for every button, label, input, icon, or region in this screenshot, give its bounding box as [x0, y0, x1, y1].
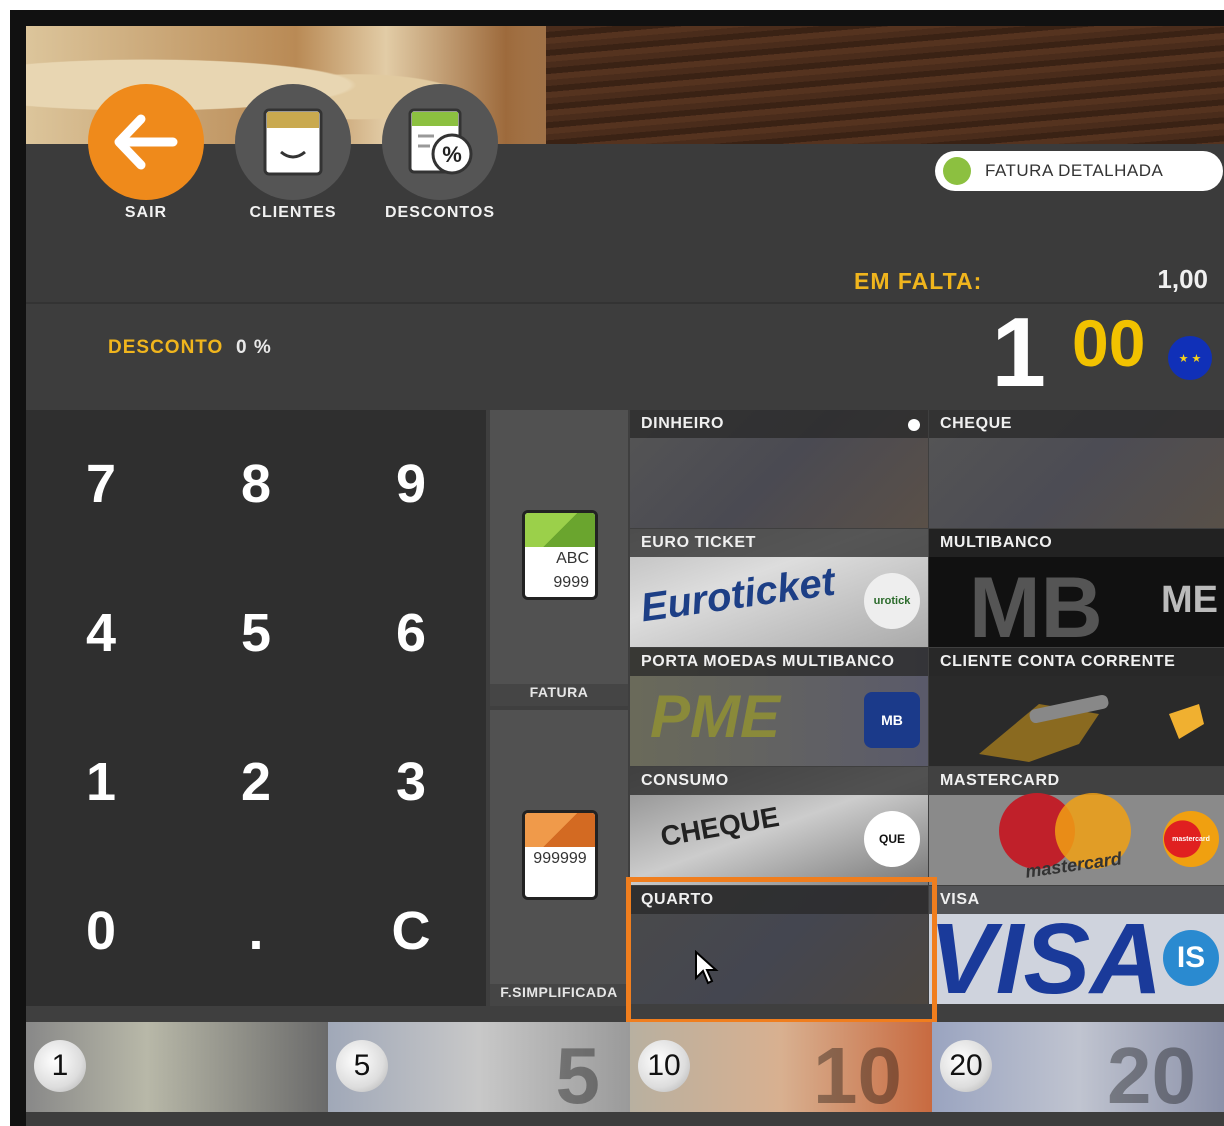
invoice-button[interactable]: ABC 9999 FATURA	[490, 410, 628, 706]
payment-euroticket[interactable]: EURO TICKET Euroticket urotick	[630, 529, 928, 647]
key-decimal[interactable]: .	[181, 857, 331, 1005]
euroticket-logo: Euroticket	[637, 559, 838, 631]
payment-mastercard[interactable]: MASTERCARD mastercard mastercard	[929, 767, 1224, 885]
discount-label: DESCONTO	[108, 337, 224, 358]
amount-20-note-art: 20	[1107, 1031, 1196, 1112]
invoice-icon-text-2: 9999	[553, 574, 589, 591]
amount-5-coin: 5	[336, 1040, 388, 1092]
amount-20-coin: 20	[940, 1040, 992, 1092]
payment-euroticket-label: EURO TICKET	[630, 529, 928, 557]
payment-porta-moedas-label: PORTA MOEDAS MULTIBANCO	[630, 648, 928, 676]
discounts-label: DESCONTOS	[384, 204, 496, 221]
visa-logo: VISA	[929, 903, 1163, 1004]
multibanco-logo: MB	[969, 560, 1103, 647]
key-3[interactable]: 3	[336, 708, 486, 856]
window-frame: SAIR CLIENTES % DESCONTOS FATURA DETALHA…	[10, 10, 1224, 1126]
amount-10-coin: 10	[638, 1040, 690, 1092]
payment-cash-label: DINHEIRO	[630, 410, 928, 438]
numeric-keypad: 7 8 9 4 5 6 1 2 3 0 . C	[26, 410, 486, 1006]
pme-badge-icon: MB	[864, 692, 920, 748]
key-5[interactable]: 5	[181, 559, 331, 707]
key-8[interactable]: 8	[181, 410, 331, 558]
key-9[interactable]: 9	[336, 410, 486, 558]
payment-cliente-conta-corrente[interactable]: CLIENTE CONTA CORRENTE	[929, 648, 1224, 766]
detailed-invoice-toggle[interactable]: FATURA DETALHADA	[935, 151, 1223, 191]
multibanco-badge-icon: ME	[1161, 579, 1218, 621]
pme-logo: PME	[650, 683, 781, 750]
toggle-label: FATURA DETALHADA	[985, 161, 1164, 180]
simplified-invoice-icon-text: 999999	[533, 850, 587, 867]
amount-5-note-art: 5	[555, 1031, 601, 1112]
mouse-cursor-icon	[695, 950, 719, 985]
exit-button[interactable]	[88, 84, 204, 200]
exit-label: SAIR	[124, 204, 168, 221]
visa-badge-icon: IS	[1163, 930, 1219, 986]
back-arrow-icon	[114, 114, 178, 170]
payment-cliente-conta-corrente-label: CLIENTE CONTA CORRENTE	[929, 648, 1224, 676]
discount-value: 0 %	[236, 337, 272, 358]
amount-due-value: 1,00	[1157, 264, 1208, 294]
payment-consumo-label: CONSUMO	[630, 767, 928, 795]
selection-highlight	[626, 877, 937, 1024]
clients-button[interactable]	[235, 84, 351, 200]
key-0[interactable]: 0	[26, 857, 176, 1005]
amount-10-note-art: 10	[813, 1031, 902, 1112]
pos-payment-screen: SAIR CLIENTES % DESCONTOS FATURA DETALHA…	[26, 26, 1224, 1126]
discount-percent-icon: %	[408, 108, 473, 175]
payment-mastercard-label: MASTERCARD	[929, 767, 1224, 795]
document-type-column: ABC 9999 FATURA 999999 F.SIMPLIFICADA	[490, 410, 628, 1006]
payment-multibanco[interactable]: MULTIBANCO MB ME	[929, 529, 1224, 647]
svg-text:%: %	[442, 142, 462, 167]
simplified-invoice-icon: 999999	[522, 810, 598, 900]
amount-1-button[interactable]: 1	[26, 1022, 328, 1112]
invoice-label: FATURA	[529, 684, 589, 700]
payment-cheque-label: CHEQUE	[929, 410, 1224, 438]
wood-image	[546, 26, 1224, 144]
amount-20-button[interactable]: 20 20	[932, 1022, 1224, 1112]
payment-visa[interactable]: VISA VISA IS	[929, 886, 1224, 1004]
bottom-bar	[26, 1112, 1224, 1126]
toggle-indicator	[943, 157, 971, 185]
selected-dot-icon	[908, 419, 920, 431]
simplified-invoice-label: F.SIMPLIFICADA	[500, 984, 618, 1000]
key-6[interactable]: 6	[336, 559, 486, 707]
mastercard-badge-icon: mastercard	[1163, 811, 1219, 867]
payment-multibanco-label: MULTIBANCO	[929, 529, 1224, 557]
payment-consumo[interactable]: CONSUMO CHEQUE QUE	[630, 767, 928, 885]
total-decimal: 00	[1072, 306, 1146, 380]
amount-1-coin: 1	[34, 1040, 86, 1092]
cheque-art: CHEQUE	[658, 800, 782, 853]
payment-porta-moedas[interactable]: PORTA MOEDAS MULTIBANCO PME MB	[630, 648, 928, 766]
key-clear[interactable]: C	[336, 857, 486, 1005]
quick-amount-row: 1 5 5 10 10 20 20	[26, 1022, 1224, 1112]
payment-cash[interactable]: DINHEIRO	[630, 410, 928, 528]
key-4[interactable]: 4	[26, 559, 176, 707]
key-1[interactable]: 1	[26, 708, 176, 856]
client-card-icon	[263, 108, 323, 176]
clients-label: CLIENTES	[249, 204, 337, 221]
hand-card-icon	[979, 694, 1204, 762]
amount-10-button[interactable]: 10 10	[630, 1022, 932, 1112]
header-banner	[26, 26, 1224, 144]
payment-cheque[interactable]: CHEQUE	[929, 410, 1224, 528]
euroticket-badge-icon: urotick	[864, 573, 920, 629]
invoice-icon-text-1: ABC	[556, 550, 589, 567]
key-7[interactable]: 7	[26, 410, 176, 558]
key-2[interactable]: 2	[181, 708, 331, 856]
cheque-badge-icon: QUE	[864, 811, 920, 867]
amount-5-button[interactable]: 5 5	[328, 1022, 630, 1112]
amount-due-label: EM FALTA:	[854, 268, 983, 294]
discounts-button[interactable]: %	[382, 84, 498, 200]
euro-flag-icon: ★ ★	[1168, 336, 1212, 380]
simplified-invoice-button[interactable]: 999999 F.SIMPLIFICADA	[490, 710, 628, 1006]
total-integer: 1	[991, 297, 1046, 407]
invoice-icon: ABC 9999	[522, 510, 598, 600]
